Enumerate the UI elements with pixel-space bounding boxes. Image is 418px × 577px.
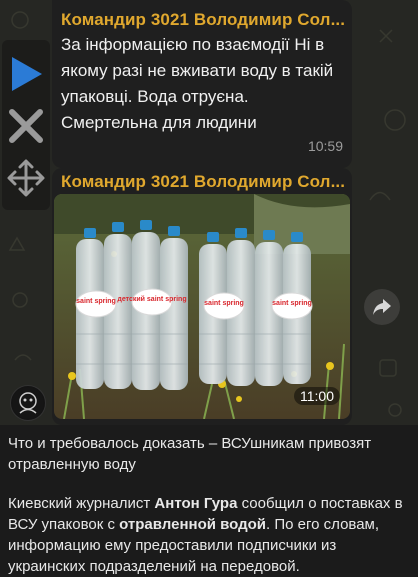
message-bubble-2[interactable]: Командир 3021 Володимир Сол... saint spr… bbox=[52, 168, 352, 425]
share-button[interactable] bbox=[364, 289, 400, 325]
close-button[interactable] bbox=[2, 104, 50, 148]
share-forward-icon bbox=[373, 299, 391, 315]
post-body: Киевский журналист Антон Гура сообщил о … bbox=[8, 493, 412, 577]
post-title: Что и требовалось доказать – ВСУшникам п… bbox=[8, 435, 372, 473]
bottle-label: saint spring bbox=[272, 300, 312, 307]
play-button[interactable] bbox=[2, 52, 50, 96]
post-body-text: Киевский журналист bbox=[8, 495, 155, 512]
journalist-name: Антон Гура bbox=[154, 495, 238, 512]
message-time: 10:59 bbox=[307, 138, 343, 154]
message-text: За інформацією по взаємодії Ні в якому р… bbox=[61, 35, 334, 132]
message-sender[interactable]: Командир 3021 Володимир Сол... bbox=[61, 10, 345, 30]
message-sender[interactable]: Командир 3021 Володимир Сол... bbox=[61, 172, 345, 192]
bottle-label: saint spring bbox=[204, 300, 244, 307]
channel-logo-icon bbox=[12, 387, 44, 419]
poisoned-water-text: отравленной водой bbox=[119, 516, 267, 533]
message-bubble-1[interactable]: Командир 3021 Володимир Сол... За інформ… bbox=[52, 0, 352, 168]
move-arrows-icon bbox=[7, 159, 45, 197]
chat-area: Командир 3021 Володимир Сол... За інформ… bbox=[0, 0, 418, 425]
move-button[interactable] bbox=[2, 156, 50, 200]
post-text-section: Что и требовалось доказать – ВСУшникам п… bbox=[0, 425, 418, 575]
water-bottles-photo: saint spring детский saint spring saint … bbox=[54, 194, 350, 419]
close-x-icon bbox=[9, 109, 43, 143]
media-controls bbox=[2, 40, 50, 210]
bottle-label: детский saint spring bbox=[117, 295, 186, 303]
photo-time: 11:00 bbox=[294, 387, 340, 405]
avatar[interactable] bbox=[10, 385, 46, 421]
bottle-label: saint spring bbox=[76, 298, 116, 305]
play-icon bbox=[12, 57, 42, 91]
message-photo[interactable]: saint spring детский saint spring saint … bbox=[54, 194, 350, 419]
